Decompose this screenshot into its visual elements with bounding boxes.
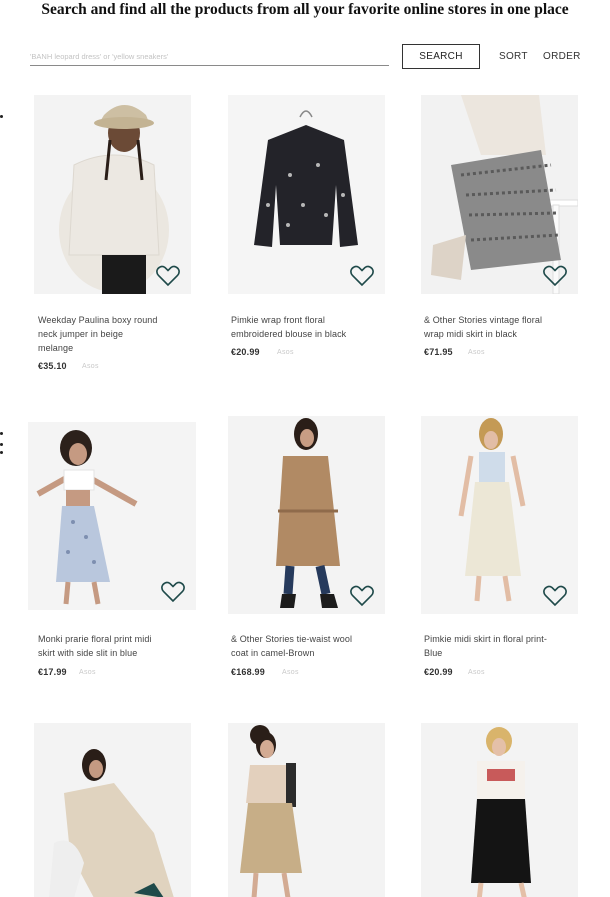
product-image[interactable] [421, 95, 578, 294]
heart-icon[interactable] [160, 580, 186, 604]
product-card[interactable]: Pimkie wrap front floral embroidered blo… [228, 95, 398, 357]
heart-icon[interactable] [155, 264, 181, 288]
heart-icon[interactable] [542, 264, 568, 288]
product-title-line: coat in camel-Brown [231, 648, 315, 658]
order-button[interactable]: ORDER [543, 44, 581, 69]
product-image[interactable] [421, 416, 578, 614]
search-button[interactable]: SEARCH [402, 44, 480, 69]
heart-icon[interactable] [349, 264, 375, 288]
product-title-line: & Other Stories vintage floral [424, 315, 543, 325]
product-image[interactable] [28, 422, 196, 610]
store-name: Asos [277, 349, 294, 356]
product-title-line: embroidered blouse in black [231, 329, 347, 339]
product-title-line: melange [38, 343, 74, 353]
heart-icon[interactable] [542, 584, 568, 608]
store-name: Asos [468, 349, 485, 356]
product-image[interactable] [228, 416, 385, 614]
search-input[interactable] [30, 47, 389, 66]
product-title-line: Blue [424, 648, 443, 658]
product-card[interactable] [228, 723, 398, 897]
side-marker [0, 115, 3, 118]
product-image[interactable] [228, 95, 385, 294]
page-headline: Search and find all the products from al… [41, 1, 569, 18]
side-marker [0, 432, 3, 435]
product-title-line: Monki prarie floral print midi [38, 634, 152, 644]
product-price: €71.95 [424, 347, 453, 357]
product-price: €20.99 [231, 347, 260, 357]
product-title-line: Weekday Paulina boxy round [38, 315, 158, 325]
product-price: €35.10 [38, 361, 67, 371]
product-image[interactable] [34, 95, 191, 294]
product-card[interactable]: Monki prarie floral print midi skirt wit… [28, 422, 198, 677]
store-name: Asos [282, 669, 299, 676]
product-card[interactable] [421, 723, 591, 897]
product-title-line: skirt with side slit in blue [38, 648, 138, 658]
product-card[interactable]: & Other Stories vintage floral wrap midi… [421, 95, 591, 357]
product-price: €17.99 [38, 667, 67, 677]
product-card[interactable]: Weekday Paulina boxy round neck jumper i… [34, 95, 204, 371]
product-title-line: Pimkie midi skirt in floral print- [424, 634, 547, 644]
product-title-line: wrap midi skirt in black [424, 329, 517, 339]
heart-icon[interactable] [349, 584, 375, 608]
product-card[interactable]: Pimkie midi skirt in floral print- Blue … [421, 416, 591, 677]
product-card[interactable] [34, 723, 204, 897]
product-card[interactable]: & Other Stories tie-waist wool coat in c… [228, 416, 398, 677]
sort-button[interactable]: SORT [499, 44, 528, 69]
store-name: Asos [468, 669, 485, 676]
product-title-line: & Other Stories tie-waist wool [231, 634, 353, 644]
product-title-line: neck jumper in beige [38, 329, 124, 339]
store-name: Asos [79, 669, 96, 676]
product-image[interactable] [228, 723, 385, 897]
side-marker [0, 443, 3, 446]
product-image[interactable] [34, 723, 191, 897]
product-price: €168.99 [231, 667, 265, 677]
store-name: Asos [82, 363, 99, 370]
product-price: €20.99 [424, 667, 453, 677]
product-title-line: Pimkie wrap front floral [231, 315, 325, 325]
product-image[interactable] [421, 723, 578, 897]
side-marker [0, 451, 3, 454]
